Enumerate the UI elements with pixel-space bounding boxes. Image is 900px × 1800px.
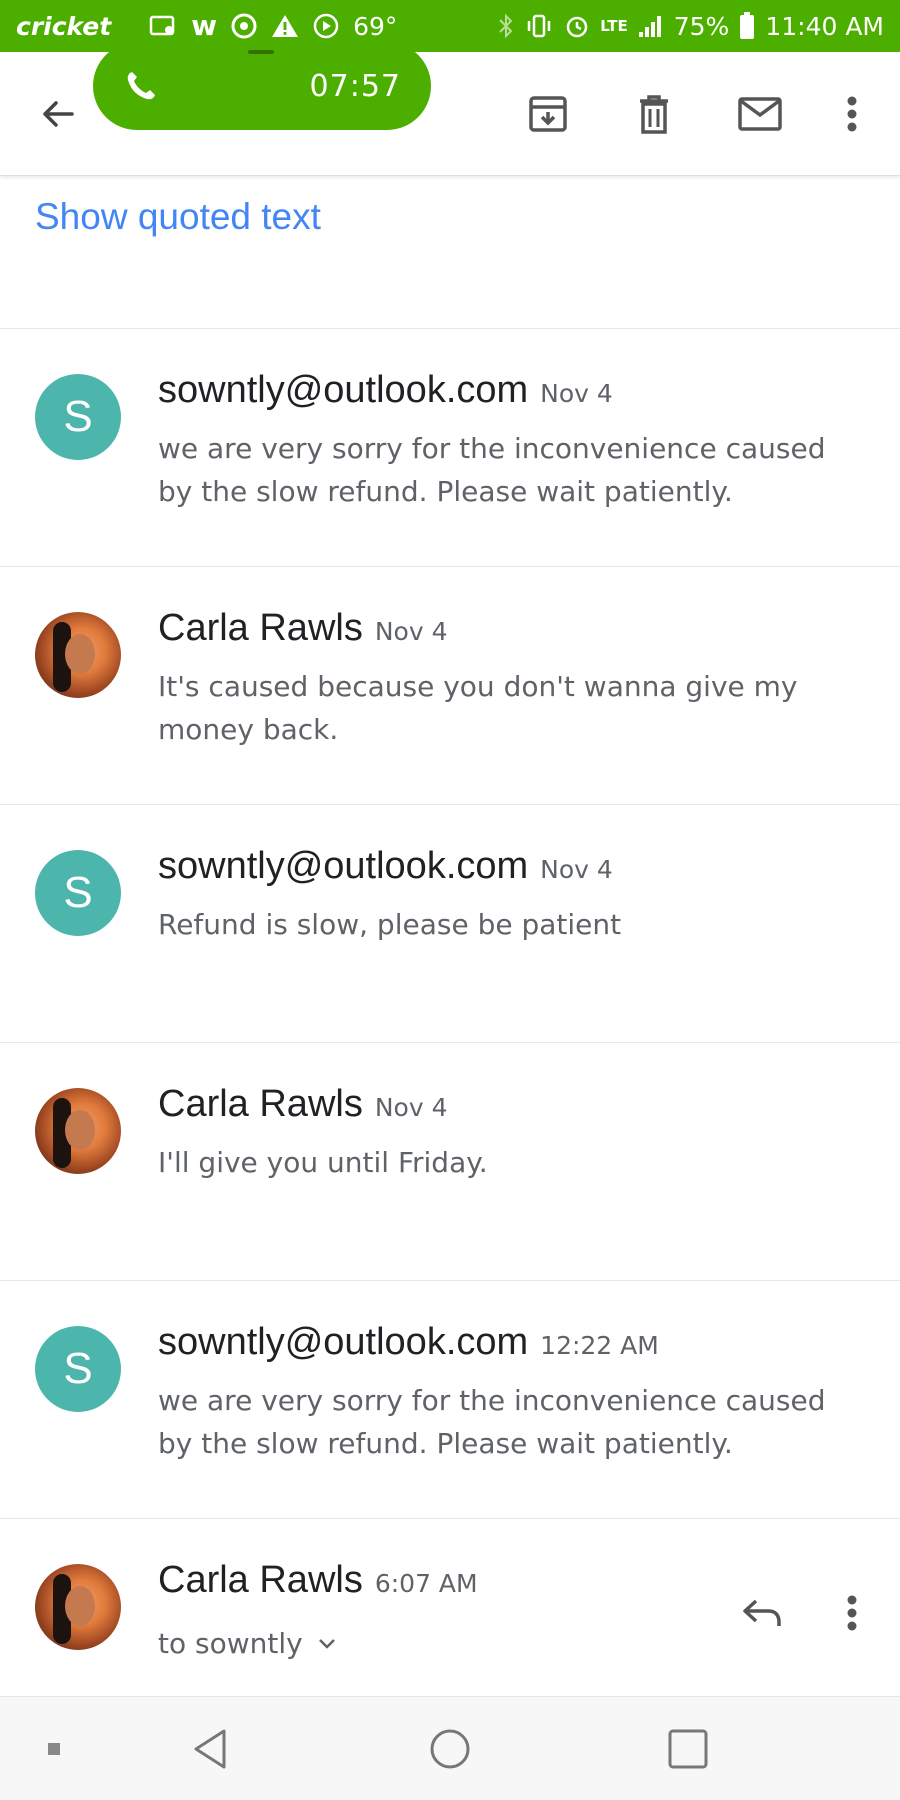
trash-icon [640, 95, 668, 134]
message-snippet: I'll give you until Friday. [158, 1146, 488, 1179]
message-date: Nov 4 [374, 1093, 448, 1122]
arrow-back-icon [43, 101, 74, 127]
nav-back-button[interactable] [180, 1719, 240, 1779]
chrome-icon [231, 13, 257, 39]
avatar [35, 1088, 121, 1174]
sender-name: sowntly@outlook.com [158, 845, 529, 887]
show-quoted-text-link[interactable]: Show quoted text [35, 196, 321, 238]
message-more-button[interactable] [826, 1585, 878, 1641]
square-recents-icon [668, 1729, 708, 1769]
play-icon [313, 13, 339, 39]
temperature-label: 69° [353, 11, 398, 41]
message-date: Nov 4 [540, 379, 613, 408]
triangle-back-icon [194, 1729, 226, 1769]
collapsed-message[interactable]: S sowntly@outlook.com 12:22 AM we are ve… [0, 1280, 900, 1518]
call-timer: 07:57 [309, 68, 401, 104]
mark-unread-button[interactable] [734, 88, 786, 140]
avatar [35, 1564, 121, 1650]
carrier-label: cricket [16, 11, 112, 41]
collapsed-message[interactable]: Carla Rawls Nov 4 It's caused because yo… [0, 566, 900, 804]
archive-icon [529, 96, 567, 132]
ongoing-call-chip[interactable]: 07:57 [93, 42, 431, 130]
avatar: S [35, 374, 121, 460]
nav-home-button[interactable] [420, 1719, 480, 1779]
avatar: S [35, 1326, 121, 1412]
collapsed-message[interactable]: Carla Rawls Nov 4 I'll give you until Fr… [0, 1042, 900, 1280]
chevron-down-icon [318, 1638, 335, 1649]
delete-button[interactable] [628, 88, 680, 140]
collapsed-message[interactable]: S sowntly@outlook.com Nov 4 Refund is sl… [0, 804, 900, 1042]
sender-name: Carla Rawls [158, 1083, 363, 1125]
sender-name: Carla Rawls [158, 607, 363, 649]
reply-icon [743, 1599, 781, 1626]
message-date: 6:07 AM [374, 1569, 478, 1598]
phone-icon [127, 72, 155, 100]
bluetooth-icon [498, 13, 514, 39]
mail-icon [738, 97, 782, 131]
sender-name: sowntly@outlook.com [158, 1321, 529, 1363]
message-date: 12:22 AM [540, 1331, 659, 1360]
network-type-label: LTE [600, 17, 628, 35]
recipient-label: to sowntly [158, 1627, 303, 1660]
sender-name: sowntly@outlook.com [158, 369, 529, 411]
warning-icon [271, 13, 299, 39]
collapsed-message[interactable]: S sowntly@outlook.com Nov 4 we are very … [0, 328, 900, 566]
call-chip-handle [248, 50, 274, 54]
archive-button[interactable] [522, 88, 574, 140]
message-date: Nov 4 [540, 855, 613, 884]
back-button[interactable] [32, 88, 84, 140]
message-thread: S sowntly@outlook.com Nov 4 we are very … [0, 328, 900, 1698]
battery-percent-label: 75% [673, 11, 730, 41]
nav-recents-button[interactable] [658, 1719, 718, 1779]
message-snippet: It's caused because you don't wanna give… [158, 670, 798, 746]
message-snippet: we are very sorry for the inconvenience … [158, 432, 826, 508]
message-snippet: we are very sorry for the inconvenience … [158, 1384, 826, 1460]
message-date: Nov 4 [374, 617, 448, 646]
alarm-icon [564, 13, 590, 39]
w-app-icon: w [191, 9, 218, 42]
message-snippet: Refund is slow, please be patient [158, 908, 622, 941]
recipient-details-toggle[interactable]: to sowntly [158, 1627, 337, 1660]
system-nav-bar [0, 1696, 900, 1800]
battery-icon [739, 12, 755, 40]
circle-home-icon [430, 1729, 470, 1769]
clock-label: 11:40 AM [765, 11, 884, 41]
expanded-message-header[interactable]: Carla Rawls 6:07 AM to sowntly [0, 1518, 900, 1698]
sender-name: Carla Rawls [158, 1559, 363, 1601]
nav-extra-button[interactable] [24, 1719, 84, 1779]
reply-button[interactable] [734, 1585, 790, 1641]
signal-icon [638, 14, 664, 38]
more-vert-icon [847, 1595, 857, 1631]
vibrate-icon [524, 13, 554, 39]
avatar: S [35, 850, 121, 936]
dot-icon [48, 1743, 60, 1755]
more-vert-icon [847, 96, 857, 132]
avatar [35, 612, 121, 698]
overflow-menu-button[interactable] [826, 88, 878, 140]
cast-icon [149, 14, 177, 38]
